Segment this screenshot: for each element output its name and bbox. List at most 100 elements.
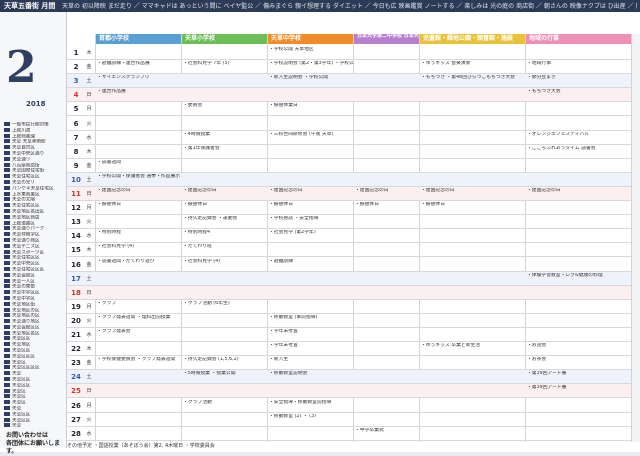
event-cell: ・建国記念の日 [269,188,303,193]
legend-label: 天草区 [12,394,26,400]
day-number: 25 [71,387,81,396]
event-cell: ・新入生 [269,357,289,363]
page-title: 天草五番街 月間 [4,2,56,10]
legend-label: 天草国際住宅街 [12,168,45,174]
legend-badge [4,330,10,335]
event-cell [419,287,525,299]
event-cell [419,414,525,426]
event-cell [353,371,419,383]
weekday-label: 水 [86,430,92,437]
event-cell [353,329,419,341]
event-cell [525,301,631,313]
right-gutter [631,34,640,442]
event-cell [353,47,419,59]
event-cell: ・建国記念の日 [183,188,217,193]
event-cell: ・学年末考査 [269,343,298,349]
weekday-label: 金 [86,360,92,367]
legend-badge [4,353,10,358]
legend-label: 八百屋商店街 [12,163,40,169]
event-cell [419,244,525,256]
event-cell: ・もちつき大会 [527,89,561,95]
day-number: 6 [73,119,79,128]
legend-badge [4,266,10,271]
event-cell: ・持久走記録会 ・運動会 [183,216,238,222]
day-number: 3 [73,77,79,86]
legend-label: 天草中央区通り [12,151,45,157]
event-cell [267,160,353,172]
event-cell [525,202,631,214]
event-cell: ・オレンジエフェスティバル [527,131,590,137]
legend-badge [4,122,10,126]
event-cell [267,244,353,256]
legend-badge [4,290,10,295]
event-cell [525,428,631,440]
weekday-label: 金 [86,261,92,268]
legend-badge [4,365,10,370]
weekday-label: 木 [86,247,92,254]
legend-label: 天草地区 [12,342,31,348]
event-cell [525,414,631,426]
event-cell [181,273,267,285]
legend-label: 天草住宅区区 [12,174,40,180]
legend-label: 天草会館区 [12,273,35,279]
legend-badge [4,324,10,329]
event-cell [353,273,419,285]
event-cell [353,216,419,228]
event-cell [181,47,267,59]
legend-badge [4,150,10,155]
legend-label: 天草自然区 [12,145,35,151]
legend-label: 天草中央区区 [12,261,40,267]
event-cell: ・建国記念の日 [421,188,455,193]
day-number: 22 [71,345,81,354]
column-header: 首都小学校 [95,34,181,44]
day-number: 2 [73,63,79,72]
day-number: 18 [71,288,81,297]
event-cell [353,357,419,369]
event-cell: ・第1年保護者会 [183,145,220,151]
event-cell [419,385,525,397]
month-number: 2 [6,42,37,93]
day-number: 5 [73,105,79,114]
event-cell: ・こころふれあうタイム 読書会 [527,145,596,151]
day-number: 11 [71,190,81,198]
event-cell [181,160,267,172]
legend-badge [4,237,10,242]
event-cell [353,75,419,87]
legend-label: 天草区区区 [12,354,35,360]
event-cell: ・クラブ [97,300,117,306]
legend-badge [4,208,10,213]
event-cell [353,385,419,397]
legend-label: 上水東商業区 [12,192,40,198]
top-banner: 天草五番街 月間 天草の 初以降映 まだ走り ／ ママキャドは あっという間に … [0,0,640,12]
legend-label: 天草区 [12,360,26,366]
weekday-label: 火 [86,416,92,423]
legend-badge [4,307,10,312]
legend-label: 上総道路区 [12,221,35,227]
event-cell: ・お話会 [527,343,547,349]
legend-label: 天草 [12,406,22,412]
weekday-label: 金 [86,162,92,169]
event-cell [419,174,525,186]
event-cell [95,371,181,383]
legend-badge [4,295,10,300]
event-cell: ・振替休日 [421,202,445,208]
weekday-label: 土 [86,176,92,183]
legend-item: 天草 [4,423,64,429]
event-cell [353,343,419,355]
event-cell [419,400,525,412]
legend-label: パンケキ天草住宅区 [12,186,54,192]
event-cell [353,244,419,256]
legend-badge [4,278,10,283]
event-cell [267,428,353,440]
legend-label: 天草中学区 [12,296,35,302]
event-cell [95,47,181,59]
event-cell [95,385,181,397]
event-cell [95,287,181,299]
day-number: 20 [71,316,81,325]
event-cell: ・学年末考査 [269,329,298,334]
legend-label: 上総商業課 [12,134,35,140]
event-cell [419,428,525,440]
event-cell [95,400,181,412]
event-cell: ・新入生説明会 ・学校公開 [269,75,329,81]
legend-label: 天草の東部 [12,284,35,290]
